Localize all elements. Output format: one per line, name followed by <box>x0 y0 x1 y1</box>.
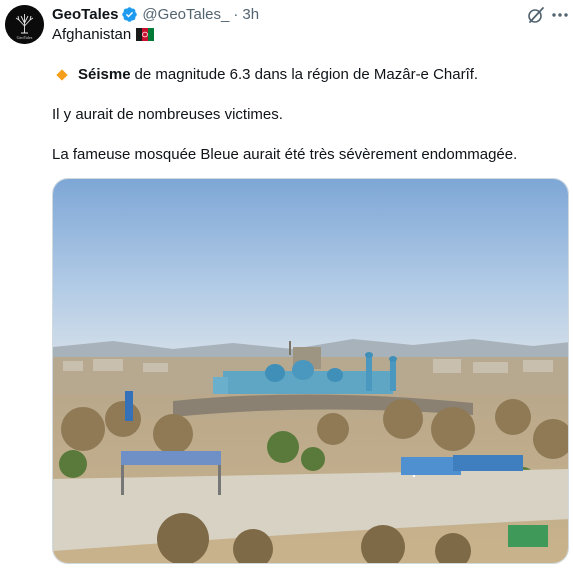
display-name[interactable]: GeoTales <box>52 6 118 23</box>
more-icon[interactable] <box>550 5 570 25</box>
tweet-subtitle: Afghanistan <box>52 26 155 43</box>
grok-icon[interactable] <box>526 5 546 25</box>
tweet-line-1: Séisme de magnitude 6.3 dans la région d… <box>52 66 478 83</box>
subtitle-text: Afghanistan <box>52 26 132 43</box>
avatar-text: GeoTales <box>17 35 33 40</box>
timestamp[interactable]: 3h <box>242 6 259 23</box>
line1-text: de magnitude 6.3 dans la région de Mazâr… <box>134 66 479 83</box>
separator-dot: · <box>233 5 239 23</box>
tweet-header: GeoTales @GeoTales_ · 3h <box>52 4 534 24</box>
orange-diamond-icon <box>56 68 68 81</box>
mosque-city-photo <box>53 179 568 563</box>
tweet-line-2: Il y aurait de nombreuses victimes. <box>52 106 283 123</box>
tweet-line-3: La fameuse mosquée Bleue aurait été très… <box>52 146 518 163</box>
tweet: GeoTales GeoTales @GeoTales_ · 3h Afghan… <box>0 0 574 573</box>
geotales-logo-icon: GeoTales <box>5 5 44 44</box>
tweet-photo[interactable] <box>52 178 569 564</box>
bold-keyword: Séisme <box>78 66 131 83</box>
handle[interactable]: @GeoTales_ <box>142 6 229 23</box>
avatar[interactable]: GeoTales <box>5 5 44 44</box>
verified-badge-icon[interactable] <box>121 6 138 23</box>
afghanistan-flag-icon <box>136 28 155 41</box>
